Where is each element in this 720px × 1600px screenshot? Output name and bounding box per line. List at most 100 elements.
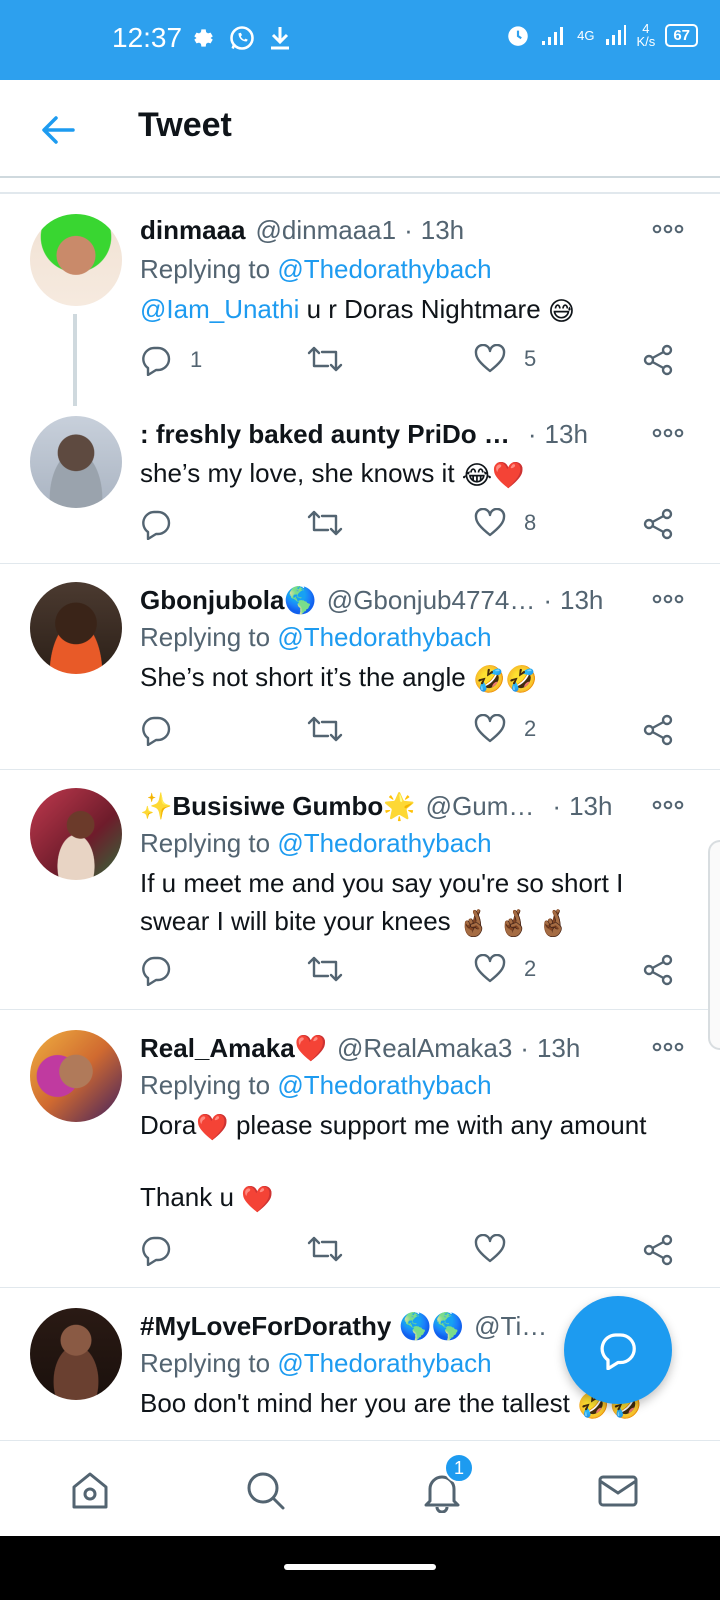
user-handle[interactable]: @Gum… [426,791,535,822]
like-count: 2 [524,716,537,741]
reply-tweet[interactable]: dinmaaa @dinmaaa1 · 13h Replying to @The… [0,196,720,406]
retweet-button[interactable] [306,508,344,538]
emoji: ❤️ [241,1184,274,1215]
status-bar: 12:37 4G 4 K/s 67 [0,0,720,80]
home-gesture-pill[interactable] [284,1564,436,1570]
like-button[interactable]: 2 [474,714,536,744]
display-name[interactable]: Real_Amaka❤️ [140,1033,327,1064]
retweet-icon [307,956,343,982]
reply-button[interactable]: 1 [140,344,202,376]
replying-to-mention[interactable]: @Thedorathybach [277,1070,491,1100]
settings-gear-icon [194,29,213,47]
avatar[interactable] [30,416,122,508]
replying-to-line: Replying to @Thedorathybach [140,254,492,284]
signal-bars-icon [542,27,564,45]
separator-dot: · [404,214,413,245]
reply-count: 1 [190,347,203,372]
avatar[interactable] [30,788,122,880]
more-options-button[interactable] [648,418,688,448]
share-button[interactable] [642,508,674,540]
emoji: ❤️ [196,1112,229,1143]
retweet-button[interactable] [306,1234,344,1264]
share-button[interactable] [642,344,674,376]
avatar[interactable] [30,1030,122,1122]
reply-button[interactable] [140,508,172,540]
tweet-text: she’s my love, she knows it 😂❤️ [140,454,690,494]
replying-to-mention[interactable]: @Thedorathybach [277,828,491,858]
nav-notifications[interactable]: 1 [418,1453,474,1515]
user-handle[interactable]: @Ti… [474,1311,547,1342]
top-app-bar: Tweet [0,80,720,178]
compose-reply-button[interactable] [564,1296,672,1404]
display-name[interactable]: ✨Busisiwe Gumbo🌟 [140,791,416,822]
share-icon [643,714,673,746]
tweet-time: 13h [420,214,465,245]
mention-link[interactable]: @Iam_Unathi [140,294,299,324]
nav-home[interactable] [66,1467,114,1515]
like-button[interactable]: 2 [474,954,536,984]
tweet-text-second-paragraph: Thank u ❤️ [140,1178,690,1218]
retweet-button[interactable] [306,954,344,984]
more-options-button[interactable] [648,584,688,614]
like-button[interactable]: 5 [474,344,536,374]
share-button[interactable] [642,954,674,986]
more-options-button[interactable] [648,1032,688,1062]
retweet-icon [307,510,343,536]
reply-tweet[interactable]: Gbonjubola🌎 @Gbonjub4774… · 13h Replying… [0,564,720,770]
heart-icon [474,344,506,373]
nav-messages[interactable] [594,1467,642,1515]
emoji: 🤣🤣 [472,664,538,695]
like-button[interactable] [474,1234,506,1264]
tweet-actions [140,1234,690,1274]
bottom-navigation: 1 [0,1440,720,1536]
back-button[interactable] [36,108,80,152]
replying-to-line: Replying to @Thedorathybach [140,622,492,652]
like-button[interactable]: 8 [474,508,536,538]
retweet-button[interactable] [306,714,344,744]
notification-badge: 1 [444,1453,474,1483]
tweet-header: dinmaaa @dinmaaa1 · 13h [140,212,680,248]
share-button[interactable] [642,1234,674,1266]
retweet-icon [307,346,343,372]
reply-tweet[interactable]: ✨Busisiwe Gumbo🌟 @Gum… · 13h Replying to… [0,770,720,1010]
user-handle[interactable]: @RealAmaka3 [337,1033,512,1064]
heart-icon [474,714,506,743]
reply-tweet[interactable]: Real_Amaka❤️ @RealAmaka3 · 13h Replying … [0,1010,720,1288]
replying-to-mention[interactable]: @Thedorathybach [277,622,491,652]
user-handle[interactable]: @dinmaaa1 [256,215,397,246]
page-title: Tweet [138,106,232,144]
tweet-actions: 1 5 [140,344,690,384]
replying-to-line: Replying to @Thedorathybach [140,828,492,858]
share-button[interactable] [642,714,674,746]
display-name[interactable]: #MyLoveForDorathy [140,1311,391,1342]
more-options-button[interactable] [648,214,688,244]
more-options-button[interactable] [648,790,688,820]
battery-indicator: 67 [665,23,698,47]
emoji: 😅 [547,296,576,327]
avatar[interactable] [30,1308,122,1400]
reply-tweet[interactable]: : freshly baked aunty PriDo … · 13h she’… [0,396,720,564]
display-name[interactable]: Gbonjubola🌎 [140,585,317,616]
display-name[interactable]: dinmaaa [140,215,246,246]
tweet-header: #MyLoveForDorathy 🌎🌎 @Ti… [140,1308,580,1344]
avatar[interactable] [30,582,122,674]
nav-search[interactable] [242,1467,290,1515]
reply-button[interactable] [140,1234,172,1266]
replying-to-mention[interactable]: @Thedorathybach [277,254,491,284]
whatsapp-icon [230,26,254,50]
separator-dot: · [543,584,553,615]
retweet-button[interactable] [306,344,344,374]
display-name[interactable]: : freshly baked aunty PriDo … [140,419,510,450]
reply-feed[interactable]: dinmaaa @dinmaaa1 · 13h Replying to @The… [0,178,720,1470]
replying-to-mention[interactable]: @Thedorathybach [277,1348,491,1378]
reply-button[interactable] [140,954,172,986]
tweet-time: 13h [536,1032,581,1063]
like-count: 8 [524,510,537,535]
emoji: 🌎🌎 [399,1310,465,1341]
tweet-header: ✨Busisiwe Gumbo🌟 @Gum… · 13h [140,788,680,824]
user-handle[interactable]: @Gbonjub4774… [327,585,536,616]
scroll-indicator[interactable] [708,840,720,1050]
tweet-actions: 2 [140,954,690,994]
reply-button[interactable] [140,714,172,746]
avatar[interactable] [30,214,122,306]
